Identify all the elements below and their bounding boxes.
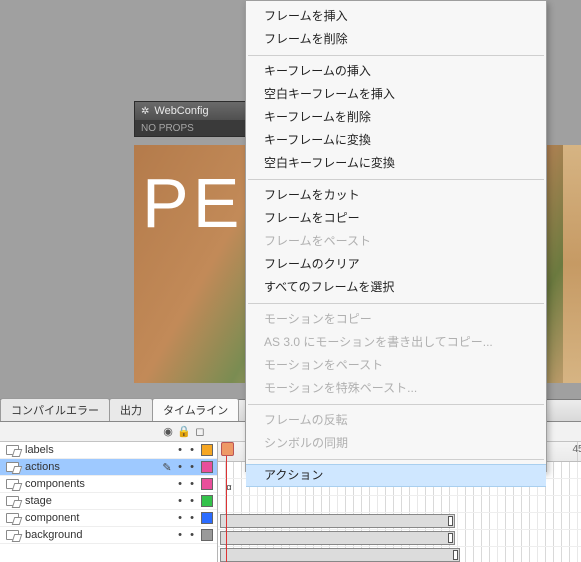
layer-color-swatch[interactable] xyxy=(201,495,213,507)
lock-dot[interactable]: • xyxy=(186,444,198,456)
frame-end-icon xyxy=(453,550,458,560)
frame-end-icon xyxy=(448,516,453,526)
track-row[interactable] xyxy=(218,547,581,562)
layer-row-labels[interactable]: labels •• xyxy=(0,442,217,459)
menu-separator xyxy=(248,459,544,460)
lock-dot[interactable]: • xyxy=(186,512,198,524)
menu-item: AS 3.0 にモーションを書き出してコピー... xyxy=(246,331,546,354)
menu-separator xyxy=(248,179,544,180)
visibility-dot[interactable]: • xyxy=(174,529,186,541)
track-row[interactable] xyxy=(218,530,581,547)
menu-item[interactable]: キーフレームを削除 xyxy=(246,106,546,129)
menu-item[interactable]: フレームを挿入 xyxy=(246,5,546,28)
frame-span[interactable] xyxy=(220,531,455,545)
menu-item[interactable]: 空白キーフレームを挿入 xyxy=(246,83,546,106)
frame-context-menu[interactable]: フレームを挿入フレームを削除キーフレームの挿入空白キーフレームを挿入キーフレーム… xyxy=(245,0,547,472)
menu-item[interactable]: キーフレームの挿入 xyxy=(246,60,546,83)
menu-separator xyxy=(248,303,544,304)
menu-separator xyxy=(248,404,544,405)
menu-item[interactable]: フレームをコピー xyxy=(246,207,546,230)
menu-item[interactable]: フレームのクリア xyxy=(246,253,546,276)
frame-span[interactable] xyxy=(220,548,460,562)
layer-color-swatch[interactable] xyxy=(201,529,213,541)
frame-end-icon xyxy=(448,533,453,543)
layer-row-components[interactable]: components •• xyxy=(0,476,217,493)
layer-color-swatch[interactable] xyxy=(201,444,213,456)
layer-name[interactable]: components xyxy=(25,478,160,490)
layer-row-stage[interactable]: stage •• xyxy=(0,493,217,510)
menu-item[interactable]: キーフレームに変換 xyxy=(246,129,546,152)
menu-item: フレームの反転 xyxy=(246,409,546,432)
layer-type-icon xyxy=(6,530,19,540)
visibility-dot[interactable]: • xyxy=(174,478,186,490)
lock-dot[interactable]: • xyxy=(186,461,198,473)
visibility-dot[interactable]: • xyxy=(174,461,186,473)
menu-item: モーションを特殊ペースト... xyxy=(246,377,546,400)
tab-output[interactable]: 出力 xyxy=(109,398,153,421)
track-row[interactable] xyxy=(218,513,581,530)
layer-name[interactable]: actions xyxy=(25,461,160,473)
layer-type-icon xyxy=(6,496,19,506)
menu-item[interactable]: フレームを削除 xyxy=(246,28,546,51)
eye-icon[interactable]: ◉ xyxy=(160,425,176,438)
layer-name[interactable]: component xyxy=(25,512,160,524)
lock-dot[interactable]: • xyxy=(186,495,198,507)
menu-separator xyxy=(248,55,544,56)
layer-name[interactable]: stage xyxy=(25,495,160,507)
visibility-dot[interactable]: • xyxy=(174,444,186,456)
lock-icon[interactable]: 🔒 xyxy=(176,425,192,438)
layer-type-icon xyxy=(6,513,19,523)
menu-item: シンボルの同期 xyxy=(246,432,546,455)
menu-item[interactable]: すべてのフレームを選択 xyxy=(246,276,546,299)
outline-icon[interactable]: ◻ xyxy=(192,425,208,438)
webconfig-title: WebConfig xyxy=(154,105,208,117)
stage-preview-strip xyxy=(563,145,581,383)
pencil-icon[interactable]: ✎ xyxy=(160,461,174,474)
tab-timeline[interactable]: タイムライン xyxy=(152,398,239,421)
layer-row-actions[interactable]: actions✎•• xyxy=(0,459,217,476)
layer-type-icon xyxy=(6,479,19,489)
layer-type-icon xyxy=(6,445,19,455)
track-row[interactable] xyxy=(218,496,581,513)
layer-row-component[interactable]: component •• xyxy=(0,510,217,527)
menu-item[interactable]: アクション xyxy=(246,464,546,487)
ruler-tick: 45 xyxy=(572,444,581,455)
layers-column: labels••actions✎••components••stage••com… xyxy=(0,442,218,562)
layer-color-swatch[interactable] xyxy=(201,461,213,473)
layer-color-swatch[interactable] xyxy=(201,478,213,490)
menu-item[interactable]: 空白キーフレームに変換 xyxy=(246,152,546,175)
layer-type-icon xyxy=(6,462,19,472)
layer-row-background[interactable]: background •• xyxy=(0,527,217,544)
lock-dot[interactable]: • xyxy=(186,478,198,490)
layer-name[interactable]: background xyxy=(25,529,160,541)
menu-item: モーションをペースト xyxy=(246,354,546,377)
visibility-dot[interactable]: • xyxy=(174,512,186,524)
visibility-dot[interactable]: • xyxy=(174,495,186,507)
menu-item: フレームをペースト xyxy=(246,230,546,253)
tab-compile-error[interactable]: コンパイルエラー xyxy=(0,398,110,421)
layer-name[interactable]: labels xyxy=(25,444,160,456)
layer-color-swatch[interactable] xyxy=(201,512,213,524)
menu-item: モーションをコピー xyxy=(246,308,546,331)
gear-icon: ✲ xyxy=(141,106,149,117)
frame-span[interactable] xyxy=(220,514,455,528)
artwork-big-text: PE xyxy=(142,163,243,243)
lock-dot[interactable]: • xyxy=(186,529,198,541)
menu-item[interactable]: フレームをカット xyxy=(246,184,546,207)
playhead[interactable] xyxy=(226,442,227,562)
